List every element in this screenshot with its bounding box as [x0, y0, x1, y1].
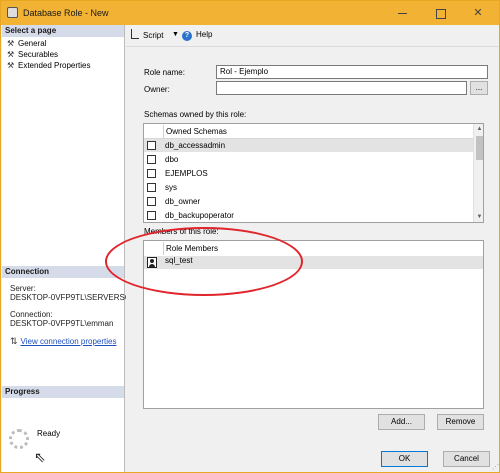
schema-row[interactable]: db_accessadmin — [144, 139, 473, 152]
schema-checkbox[interactable] — [147, 141, 156, 150]
server-label: Server: — [10, 284, 36, 293]
schema-row[interactable]: sys — [144, 181, 473, 194]
server-value: DESKTOP-0VFP9TL\SERVERSQ — [10, 293, 132, 302]
scroll-down-icon[interactable]: ▼ — [474, 212, 483, 222]
connection-header: Connection — [2, 266, 124, 278]
schemas-scrollbar[interactable]: ▲ ▼ — [473, 124, 483, 222]
schema-name: sys — [165, 183, 177, 192]
schema-name: db_owner — [165, 197, 201, 206]
owner-label: Owner: — [144, 85, 170, 94]
wrench-icon: ⚒ — [7, 39, 15, 48]
schema-checkbox[interactable] — [147, 183, 156, 192]
schema-name: db_backupoperator — [165, 211, 234, 220]
window-title: Database Role - New — [23, 8, 109, 18]
schemas-label: Schemas owned by this role: — [144, 110, 247, 119]
help-icon: ? — [182, 31, 192, 41]
scroll-thumb[interactable] — [476, 136, 483, 160]
owned-schemas-grid[interactable]: Owned Schemas db_accessadmin dbo EJEMPLO… — [143, 123, 484, 223]
role-name-label: Role name: — [144, 68, 185, 77]
page-item-label: Extended Properties — [18, 61, 91, 70]
owner-browse-button[interactable]: ... — [470, 81, 488, 95]
help-button[interactable]: ? Help — [182, 29, 212, 41]
main-pane: Script ▼ ? Help Role name: Rol - Ejemplo … — [126, 25, 499, 472]
ok-button[interactable]: OK — [381, 451, 428, 467]
schema-checkbox[interactable] — [147, 211, 156, 220]
wrench-icon: ⚒ — [7, 50, 15, 59]
schema-row[interactable]: EJEMPLOS — [144, 167, 473, 180]
schema-checkbox[interactable] — [147, 197, 156, 206]
plug-icon: ⇅ — [10, 336, 18, 346]
progress-header: Progress — [2, 386, 124, 398]
database-icon — [7, 7, 18, 18]
script-icon — [131, 29, 139, 39]
toolbar-divider — [126, 46, 499, 47]
view-connection-properties[interactable]: ⇅ View connection properties — [10, 336, 116, 347]
database-role-dialog: Database Role - New ✕ Select a page ⚒ Gen… — [0, 0, 500, 473]
owned-schemas-header: Owned Schemas — [163, 125, 227, 138]
role-members-grid[interactable]: Role Members sql_test — [143, 240, 484, 409]
schema-name: db_accessadmin — [165, 141, 226, 150]
progress-spinner-icon — [9, 429, 29, 449]
left-pane: Select a page ⚒ General ⚒ Securables ⚒ Exte… — [2, 25, 131, 472]
help-label: Help — [196, 30, 213, 39]
scroll-up-icon[interactable]: ▲ — [474, 124, 483, 134]
script-label: Script — [143, 31, 164, 40]
schema-name: dbo — [165, 155, 179, 164]
schema-row[interactable]: db_owner — [144, 195, 473, 208]
role-members-header: Role Members — [163, 242, 218, 255]
schema-row[interactable]: db_backupoperator — [144, 209, 473, 222]
select-page-header: Select a page — [2, 25, 124, 37]
page-item-extended-properties[interactable]: ⚒ Extended Properties — [7, 60, 91, 71]
mouse-cursor-icon: ⇖ — [34, 449, 46, 465]
member-row[interactable]: sql_test — [144, 256, 483, 269]
minimize-button[interactable] — [389, 5, 415, 21]
role-name-input[interactable]: Rol - Ejemplo — [216, 65, 488, 79]
schema-name: EJEMPLOS — [165, 169, 208, 178]
page-item-label: Securables — [18, 50, 59, 59]
script-button[interactable]: Script — [131, 29, 163, 41]
title-bar[interactable]: Database Role - New ✕ — [1, 1, 499, 25]
page-item-general[interactable]: ⚒ General — [7, 38, 46, 49]
add-member-button[interactable]: Add... — [378, 414, 425, 430]
remove-member-button[interactable]: Remove — [437, 414, 484, 430]
progress-status: Ready — [37, 429, 61, 438]
maximize-button[interactable] — [427, 5, 453, 21]
connection-value: DESKTOP-0VFP9TL\emman — [10, 319, 114, 328]
connection-label: Connection: — [10, 310, 53, 319]
wrench-icon: ⚒ — [7, 61, 15, 70]
page-item-label: General — [18, 39, 47, 48]
view-connection-link[interactable]: View connection properties — [21, 337, 117, 346]
resize-grip-icon[interactable]: ⋰ — [492, 463, 499, 471]
toolbar: Script ▼ ? Help — [126, 25, 499, 45]
member-name: sql_test — [165, 256, 193, 265]
schema-checkbox[interactable] — [147, 155, 156, 164]
owner-input[interactable] — [216, 81, 467, 95]
members-label: Members of this role: — [144, 227, 219, 236]
cancel-button[interactable]: Cancel — [443, 451, 490, 467]
page-item-securables[interactable]: ⚒ Securables — [7, 49, 58, 60]
schema-row[interactable]: dbo — [144, 153, 473, 166]
close-button[interactable]: ✕ — [465, 5, 491, 21]
user-icon — [147, 257, 157, 268]
schema-checkbox[interactable] — [147, 169, 156, 178]
script-dropdown-icon[interactable]: ▼ — [172, 29, 179, 40]
